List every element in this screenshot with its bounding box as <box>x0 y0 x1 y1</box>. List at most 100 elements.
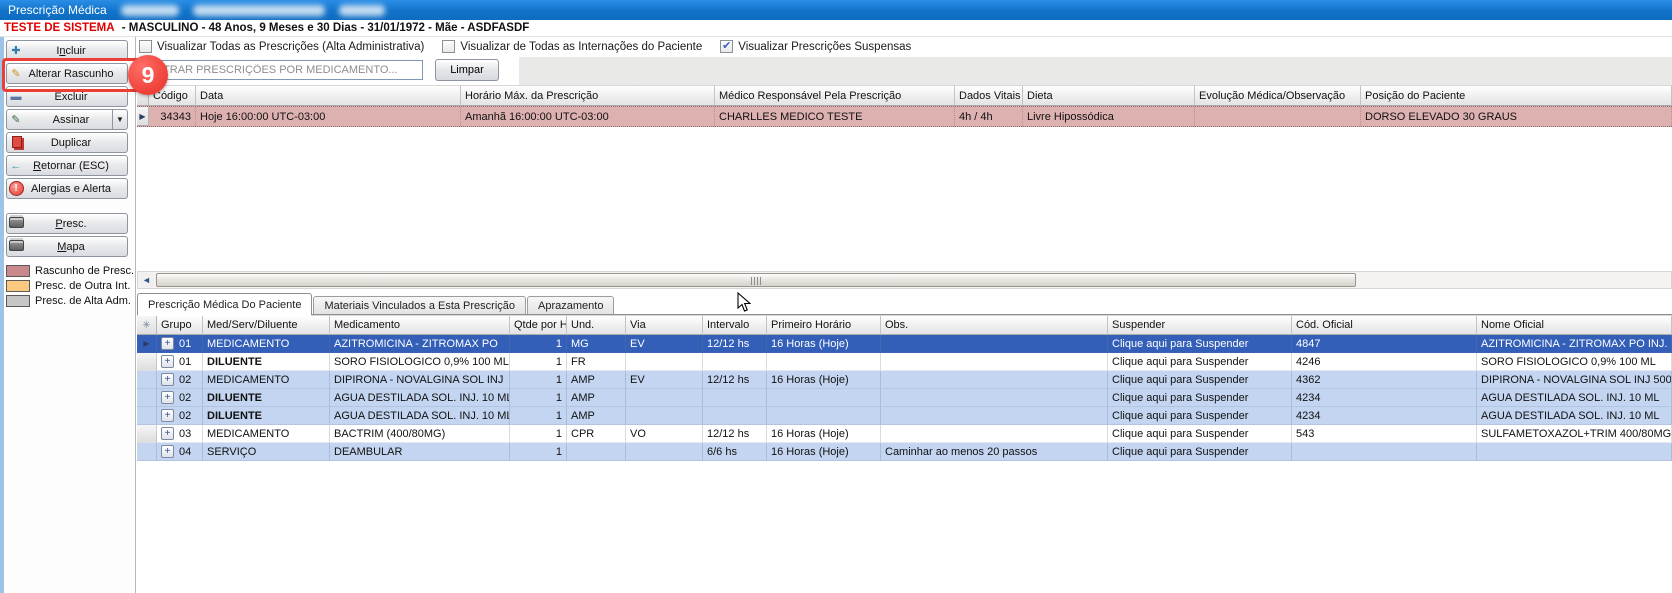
sidebar-button-alergias-e-alerta[interactable]: !Alergias e Alerta <box>6 178 128 199</box>
cell-medicamento: DEAMBULAR <box>330 443 510 461</box>
horizontal-scrollbar[interactable]: ◄ <box>137 271 1672 289</box>
row-arrow-icon: ▶ <box>139 112 145 121</box>
tab-materiais-vinculados[interactable]: Materiais Vinculados a Esta Prescrição <box>313 296 526 315</box>
medication-row[interactable]: +04SERVIÇODEAMBULAR16/6 hs16 Horas (Hoje… <box>137 443 1672 461</box>
print-icon <box>7 217 25 231</box>
cell-via <box>626 443 703 461</box>
legend-label: Presc. de Alta Adm. <box>35 295 131 307</box>
sidebar-button-incluir[interactable]: ✚Incluir <box>6 40 128 61</box>
add-icon: ✚ <box>7 44 25 57</box>
tab-prescricao-medica[interactable]: Prescrição Médica Do Paciente <box>137 293 312 315</box>
column-header[interactable]: Evolução Médica/Observação <box>1195 85 1361 106</box>
medication-row[interactable]: +03MEDICAMENTOBACTRIM (400/80MG)1CPRVO12… <box>137 425 1672 443</box>
checkbox-suspended-prescriptions[interactable]: Visualizar Prescrições Suspensas <box>720 40 911 53</box>
checkbox-all-admissions[interactable]: Visualizar de Todas as Internações do Pa… <box>442 40 702 53</box>
cell-grupo: +02 <box>157 371 203 389</box>
chevron-down-icon[interactable]: ▼ <box>112 110 127 129</box>
suspend-link[interactable]: Clique aqui para Suspender <box>1108 389 1292 407</box>
cell-cod-oficial <box>1292 443 1477 461</box>
column-header[interactable]: Dieta <box>1023 85 1195 106</box>
cell-obs <box>881 407 1108 425</box>
cell-primeiro-horario: 16 Horas (Hoje) <box>767 371 881 389</box>
main-panel: Visualizar Todas as Prescrições (Alta Ad… <box>137 37 1672 593</box>
sidebar-button-mapa[interactable]: Mapa <box>6 236 128 257</box>
column-header[interactable]: Nome Oficial <box>1477 315 1672 335</box>
suspend-link[interactable]: Clique aqui para Suspender <box>1108 335 1292 353</box>
legend-label: Presc. de Outra Int. <box>35 280 130 292</box>
alert-icon: ! <box>7 181 25 196</box>
sign-icon: ✎ <box>7 113 25 126</box>
column-header[interactable]: Cód. Oficial <box>1292 315 1477 335</box>
expand-plus-icon[interactable]: + <box>161 409 174 422</box>
cell-grupo: +02 <box>157 407 203 425</box>
cell-qtde: 1 <box>510 425 567 443</box>
column-header[interactable]: Via <box>626 315 703 335</box>
column-header[interactable]: Horário Máx. da Prescrição <box>461 85 715 106</box>
medication-row[interactable]: +01DILUENTESORO FISIOLOGICO 0,9% 100 ML1… <box>137 353 1672 371</box>
toolbar-background <box>519 57 1672 85</box>
column-header[interactable]: Medicamento <box>330 315 510 335</box>
prescription-row[interactable]: ▶ 34343 Hoje 16:00:00 UTC-03:00 Amanhã 1… <box>137 106 1672 127</box>
sidebar-button-assinar[interactable]: ✎Assinar▼ <box>6 109 128 130</box>
cell-intervalo: 12/12 hs <box>703 425 767 443</box>
checkbox-label: Visualizar Prescrições Suspensas <box>738 41 911 53</box>
suspend-link[interactable]: Clique aqui para Suspender <box>1108 353 1292 371</box>
legend-label: Rascunho de Presc. <box>35 265 134 277</box>
expand-plus-icon[interactable]: + <box>161 427 174 440</box>
column-header[interactable]: Obs. <box>881 315 1108 335</box>
cell-nome-oficial <box>1477 443 1672 461</box>
expand-plus-icon[interactable]: + <box>161 373 174 386</box>
medication-row[interactable]: +02MEDICAMENTODIPIRONA - NOVALGINA SOL I… <box>137 371 1672 389</box>
checkbox-all-prescriptions[interactable]: Visualizar Todas as Prescrições (Alta Ad… <box>139 40 424 53</box>
clear-button[interactable]: Limpar <box>435 59 499 81</box>
cell-primeiro-horario <box>767 353 881 371</box>
medication-row[interactable]: +02DILUENTEAGUA DESTILADA SOL. INJ. 10 M… <box>137 389 1672 407</box>
column-header[interactable]: Data <box>196 85 461 106</box>
column-header[interactable]: Posição do Paciente <box>1361 85 1672 106</box>
sidebar-button-alterar-rascunho[interactable]: ✎Alterar Rascunho <box>6 63 128 84</box>
column-header-grupo[interactable]: Grupo▲ <box>157 315 203 335</box>
medication-filter-input[interactable] <box>143 60 423 80</box>
column-header[interactable]: Médico Responsável Pela Prescrição <box>715 85 955 106</box>
suspend-link[interactable]: Clique aqui para Suspender <box>1108 425 1292 443</box>
redacted-text <box>193 5 325 16</box>
expand-plus-icon[interactable]: + <box>161 445 174 458</box>
scroll-left-icon[interactable]: ◄ <box>139 273 154 287</box>
medication-row[interactable]: ▶+01MEDICAMENTOAZITROMICINA - ZITROMAX P… <box>137 335 1672 353</box>
expand-plus-icon[interactable]: + <box>161 355 174 368</box>
cell-tipo: DILUENTE <box>203 407 330 425</box>
search-row: Limpar <box>143 59 499 81</box>
row-selector: ▶ <box>137 335 157 353</box>
cell-tipo: DILUENTE <box>203 353 330 371</box>
cell-posicao: DORSO ELEVADO 30 GRAUS <box>1361 107 1672 126</box>
sidebar-button-presc[interactable]: Presc. <box>6 213 128 234</box>
pencil-icon: ✎ <box>7 67 25 80</box>
cell-cod-oficial: 4847 <box>1292 335 1477 353</box>
column-header[interactable]: Med/Serv/Diluente <box>203 315 330 335</box>
column-header[interactable]: Qtde por Hc <box>510 315 567 335</box>
column-header[interactable]: Suspender <box>1108 315 1292 335</box>
cell-medicamento: BACTRIM (400/80MG) <box>330 425 510 443</box>
sidebar-button-retornar-esc[interactable]: ←Retornar (ESC) <box>6 155 128 176</box>
column-header[interactable]: Dados Vitais <box>955 85 1023 106</box>
cell-nome-oficial: SORO FISIOLOGICO 0,9% 100 ML <box>1477 353 1672 371</box>
cell-qtde: 1 <box>510 335 567 353</box>
sidebar-button-excluir[interactable]: ▬Excluir <box>6 86 128 107</box>
scrollbar-thumb[interactable] <box>156 273 1356 287</box>
column-header[interactable]: Und. <box>567 315 626 335</box>
patient-details: - MASCULINO - 48 Anos, 9 Meses e 30 Dias… <box>119 22 530 34</box>
expand-plus-icon[interactable]: + <box>161 337 174 350</box>
cell-obs <box>881 335 1108 353</box>
column-header[interactable]: Primeiro Horário <box>767 315 881 335</box>
expand-plus-icon[interactable]: + <box>161 391 174 404</box>
redacted-text <box>121 5 179 16</box>
sidebar-button-duplicar[interactable]: Duplicar <box>6 132 128 153</box>
suspend-link[interactable]: Clique aqui para Suspender <box>1108 443 1292 461</box>
suspend-link[interactable]: Clique aqui para Suspender <box>1108 371 1292 389</box>
medication-row[interactable]: +02DILUENTEAGUA DESTILADA SOL. INJ. 10 M… <box>137 407 1672 425</box>
cell-grupo: +01 <box>157 353 203 371</box>
tab-aprazamento[interactable]: Aprazamento <box>527 296 614 315</box>
suspend-link[interactable]: Clique aqui para Suspender <box>1108 407 1292 425</box>
cell-und <box>567 443 626 461</box>
column-header[interactable]: Intervalo <box>703 315 767 335</box>
